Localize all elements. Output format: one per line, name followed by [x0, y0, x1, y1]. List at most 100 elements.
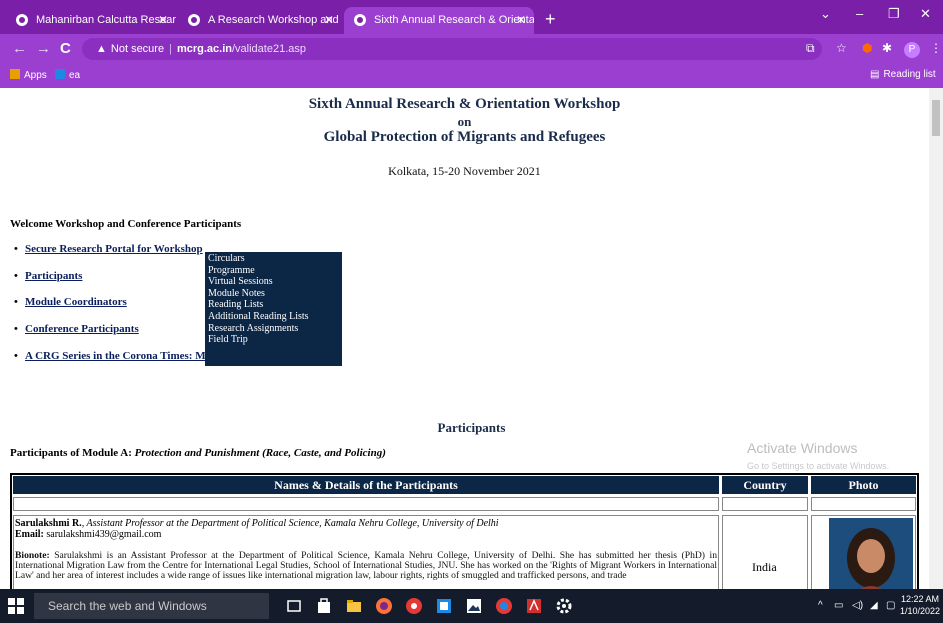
- menu-item-reading-lists[interactable]: Reading Lists: [208, 299, 339, 311]
- activate-windows-subtitle: Go to Settings to activate Windows.: [747, 461, 890, 471]
- tab-sixth-annual[interactable]: Sixth Annual Research & Orientat ✕: [344, 7, 534, 34]
- menu-item-circulars[interactable]: Circulars: [208, 253, 339, 265]
- activate-windows-title: Activate Windows: [747, 440, 858, 456]
- menu-item-module-notes[interactable]: Module Notes: [208, 288, 339, 300]
- tab-mahanirban[interactable]: Mahanirban Calcutta Research Gr ✕: [6, 7, 176, 34]
- file-explorer-icon[interactable]: [344, 596, 364, 616]
- table-cell: [722, 497, 808, 511]
- menu-item-additional-reading-lists[interactable]: Additional Reading Lists: [208, 311, 339, 323]
- bookmark-label: Apps: [24, 70, 47, 81]
- tab-research-workshop[interactable]: A Research Workshop and Intern ✕: [178, 7, 342, 34]
- participant-email: sarulakshmi439@gmail.com: [46, 529, 162, 540]
- url-host: mcrg.ac.in: [176, 43, 232, 55]
- menu-item-field-trip[interactable]: Field Trip: [208, 334, 339, 346]
- participant-email-line: Email: sarulakshmi439@gmail.com: [15, 529, 161, 540]
- header-names-details: Names & Details of the Participants: [13, 476, 719, 494]
- close-tab-icon[interactable]: ✕: [158, 7, 168, 33]
- header-photo: Photo: [811, 476, 916, 494]
- bookmark-star-icon[interactable]: ☆: [836, 41, 847, 55]
- email-label: Email:: [15, 529, 44, 540]
- bookmark-apps[interactable]: Apps: [10, 69, 47, 81]
- tab-search-icon[interactable]: ⌄: [820, 6, 831, 22]
- windows-taskbar: Search the web and Windows ^ ▭ ◁) ◢ ▢ 12…: [0, 589, 943, 623]
- page-scrollbar[interactable]: [929, 88, 943, 589]
- module-line: Participants of Module A: Protection and…: [10, 447, 386, 459]
- reload-button[interactable]: C: [60, 40, 71, 57]
- heading-line-3: Global Protection of Migrants and Refuge…: [323, 129, 606, 145]
- extension-icon[interactable]: ⬢: [862, 41, 872, 55]
- bookmark-label: ea: [69, 70, 81, 81]
- url-path: /validate21.asp: [231, 43, 306, 55]
- reading-list-button[interactable]: ▤ Reading list: [870, 69, 936, 80]
- close-tab-icon[interactable]: ✕: [324, 7, 334, 33]
- tab-strip: Mahanirban Calcutta Research Gr ✕ A Rese…: [0, 0, 943, 34]
- header-country: Country: [722, 476, 808, 494]
- warning-icon[interactable]: ▲: [96, 38, 107, 60]
- minimize-button[interactable]: –: [856, 6, 863, 21]
- globe-icon: [188, 14, 200, 26]
- back-button[interactable]: ←: [12, 40, 27, 57]
- close-tab-icon[interactable]: ✕: [516, 7, 526, 33]
- table-cell: [13, 497, 719, 511]
- store-icon[interactable]: [314, 596, 334, 616]
- taskbar-clock[interactable]: 12:22 AM 1/10/2022: [900, 593, 940, 617]
- page-content: Sixth Annual Research & Orientation Work…: [0, 88, 929, 589]
- ea-icon: [55, 69, 65, 79]
- scrollbar-thumb[interactable]: [932, 100, 940, 136]
- settings-gear-icon[interactable]: [554, 596, 574, 616]
- portrait-image: [829, 518, 913, 589]
- heading-line-1: Sixth Annual Research & Orientation Work…: [308, 96, 621, 112]
- photos-icon[interactable]: [464, 596, 484, 616]
- clock-date: 1/10/2022: [900, 606, 941, 616]
- link-participants[interactable]: Participants: [14, 270, 83, 282]
- notes-app-icon[interactable]: [434, 596, 454, 616]
- network-icon[interactable]: ◢: [870, 600, 878, 611]
- globe-icon: [16, 14, 28, 26]
- table-cell: [811, 497, 916, 511]
- close-window-button[interactable]: ✕: [920, 6, 931, 22]
- puzzle-icon[interactable]: ✱: [882, 41, 892, 55]
- new-tab-button[interactable]: +: [545, 7, 556, 31]
- welcome-heading: Welcome Workshop and Conference Particip…: [10, 218, 242, 230]
- bionote-text: Sarulakshmi is an Assistant Professor at…: [15, 550, 717, 581]
- participant-name-line: Sarulakshmi R., Assistant Professor at t…: [15, 518, 499, 529]
- volume-icon[interactable]: ◁): [852, 600, 863, 611]
- url-field[interactable]: ▲ Not secure | mcrg.ac.in/validate21.asp: [82, 38, 822, 60]
- menu-item-research-assignments[interactable]: Research Assignments: [208, 323, 339, 335]
- battery-icon[interactable]: ▭: [834, 600, 843, 611]
- menu-icon[interactable]: ⋮: [930, 41, 942, 55]
- menu-item-virtual-sessions[interactable]: Virtual Sessions: [208, 276, 339, 288]
- windows-start-icon[interactable]: [8, 598, 24, 614]
- section-title: Participants: [437, 420, 506, 435]
- participant-photo: [829, 518, 913, 589]
- portal-dropdown-menu: Circulars Programme Virtual Sessions Mod…: [205, 252, 342, 366]
- task-view-icon[interactable]: [284, 596, 304, 616]
- app-icon-red[interactable]: [404, 596, 424, 616]
- venue-date: Kolkata, 15-20 November 2021: [388, 164, 541, 178]
- taskbar-search-input[interactable]: Search the web and Windows: [34, 593, 269, 619]
- firefox-icon[interactable]: [374, 596, 394, 616]
- notification-icon[interactable]: ▢: [886, 600, 895, 611]
- menu-item-programme[interactable]: Programme: [208, 265, 339, 277]
- link-secure-portal[interactable]: Secure Research Portal for Workshop: [14, 243, 203, 255]
- tab-title: Mahanirban Calcutta Research Gr: [36, 14, 176, 26]
- reading-list-label: Reading list: [883, 69, 936, 80]
- share-icon[interactable]: ⧉: [806, 41, 815, 56]
- address-bar-row: ← → C ▲ Not secure | mcrg.ac.in/validate21.…: [0, 34, 943, 64]
- forward-button[interactable]: →: [36, 40, 51, 57]
- link-module-coordinators[interactable]: Module Coordinators: [14, 296, 127, 308]
- separator: |: [169, 43, 172, 55]
- link-conference-participants[interactable]: Conference Participants: [14, 323, 139, 335]
- module-prefix: Participants of Module A:: [10, 447, 135, 459]
- participant-bionote: Bionote: Sarulakshmi is an Assistant Pro…: [15, 551, 717, 581]
- globe-icon: [354, 14, 366, 26]
- tab-title: A Research Workshop and Intern: [208, 14, 342, 26]
- participant-title: , Assistant Professor at the Department …: [81, 518, 499, 529]
- chrome-profile-icon[interactable]: [494, 596, 514, 616]
- profile-avatar[interactable]: P: [904, 42, 920, 58]
- tray-chevron-icon[interactable]: ^: [818, 600, 823, 611]
- reading-list-icon: ▤: [870, 69, 880, 80]
- maximize-button[interactable]: ❐: [888, 6, 900, 22]
- bookmark-ea[interactable]: ea: [55, 69, 80, 81]
- pdf-reader-icon[interactable]: [524, 596, 544, 616]
